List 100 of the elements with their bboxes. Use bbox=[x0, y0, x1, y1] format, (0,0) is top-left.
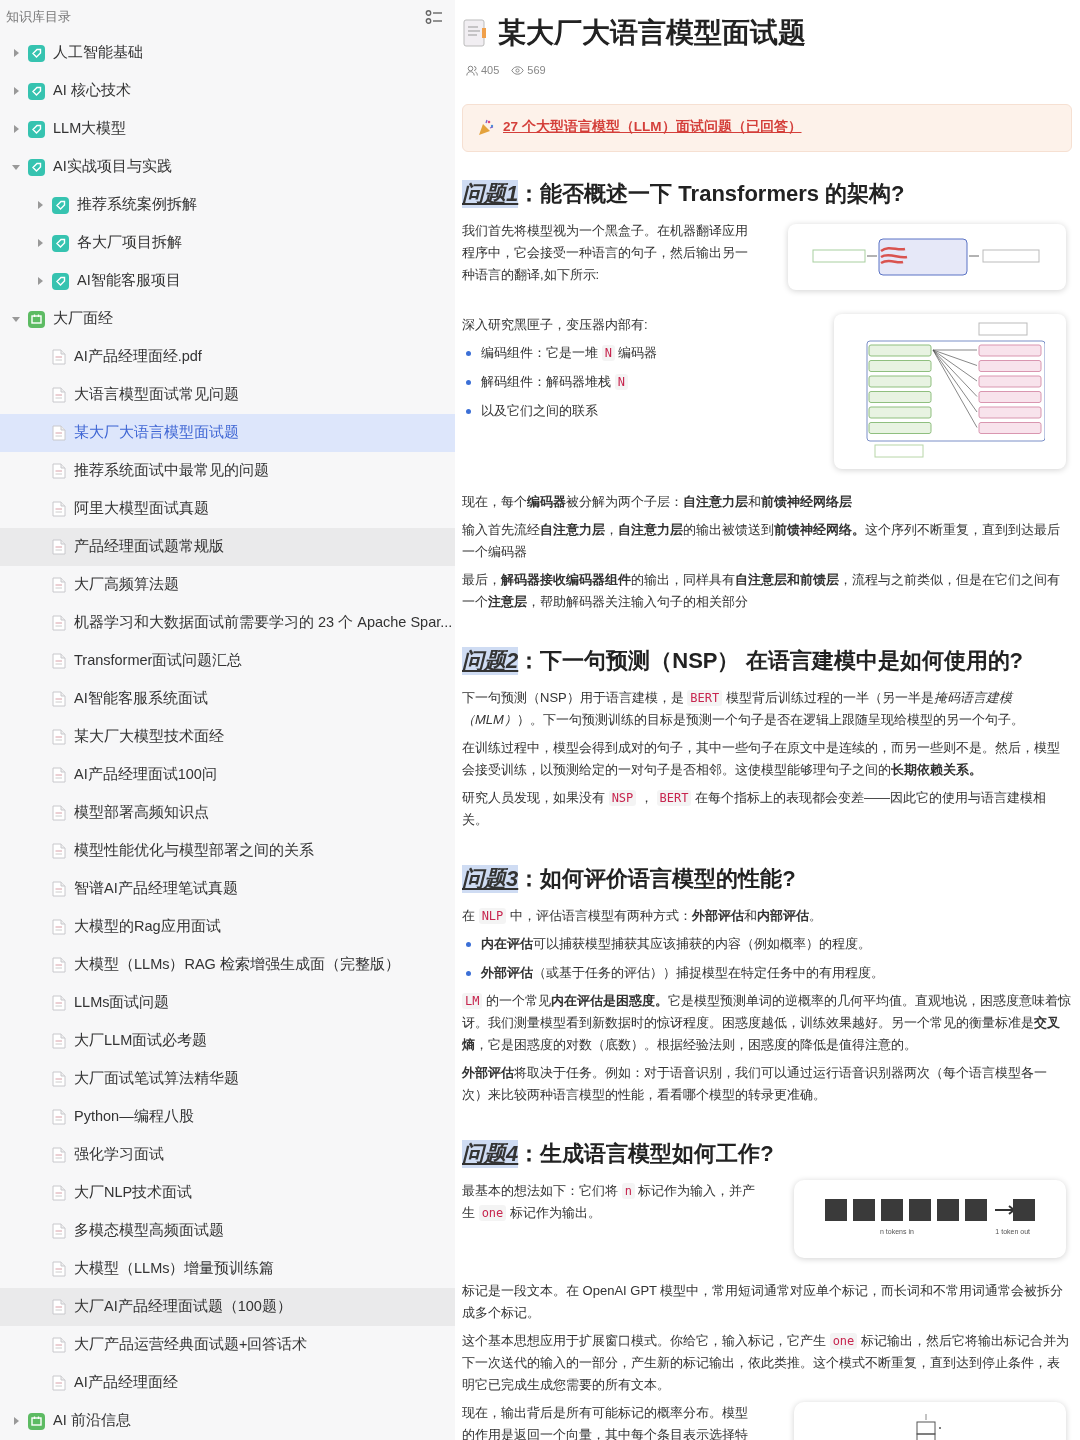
bullet-icon bbox=[466, 350, 471, 356]
caret-icon[interactable] bbox=[36, 239, 44, 247]
page-title: 某大厂大语言模型面试题 bbox=[498, 16, 806, 50]
bullet-icon bbox=[466, 379, 471, 385]
document-icon bbox=[52, 919, 66, 935]
tree-item[interactable]: 大厂AI产品经理面试题（100题） bbox=[0, 1288, 455, 1326]
document-icon bbox=[52, 1223, 66, 1239]
caret-icon[interactable] bbox=[12, 315, 20, 323]
paragraph: 外部评估将取决于任务。例如：对于语音识别，我们可以通过运行语音识别器两次（每个语言模型各一次）来比较两种语言模型的性能，看看哪个模型的转录更准确。 bbox=[462, 1063, 1048, 1104]
caret-icon[interactable] bbox=[12, 87, 20, 95]
tree-item[interactable]: AI智能客服项目 bbox=[0, 262, 455, 300]
list-item: 外部评估（或基于任务的评估））捕捉模型在特定任务中的有用程度。 bbox=[481, 963, 884, 982]
tree-item[interactable]: 推荐系统面试中最常见的问题 bbox=[0, 452, 455, 490]
callout-link[interactable]: 27 个大型语言模型（LLM）面试问题（已回答） bbox=[503, 117, 802, 138]
caret-icon[interactable] bbox=[12, 49, 20, 57]
tree-item[interactable]: 大模型（LLMs）增量预训练篇 bbox=[0, 1250, 455, 1288]
list-item: 编码组件：它是一堆 N 编码器 bbox=[481, 343, 658, 363]
board-icon bbox=[28, 1412, 45, 1430]
tree-item[interactable]: 大厂产品运营经典面试题+回答话术 bbox=[0, 1326, 455, 1364]
tree-item[interactable]: 大模型的Rag应用面试 bbox=[0, 908, 455, 946]
tree-item[interactable]: AI产品经理面试100问 bbox=[0, 756, 455, 794]
section-heading: ：下一句预测（NSP） 在语言建模中是如何使用的? bbox=[518, 646, 1024, 675]
document-icon bbox=[52, 349, 66, 365]
list-item: 内在评估可以捕获模型捕获其应该捕获的内容（例如概率）的程度。 bbox=[481, 934, 871, 953]
document-icon bbox=[52, 387, 66, 403]
document-icon bbox=[52, 767, 66, 783]
tree-item[interactable]: 推荐系统案例拆解 bbox=[0, 186, 455, 224]
tree-item[interactable]: AI 核心技术 bbox=[0, 72, 455, 110]
paragraph: 深入研究黑匣子，变压器内部有: bbox=[462, 315, 649, 334]
tree-item[interactable]: 多模态模型高频面试题 bbox=[0, 1212, 455, 1250]
section-heading: ：生成语言模型如何工作? bbox=[518, 1139, 774, 1168]
tree-item[interactable]: 模型性能优化与模型部署之间的关系 bbox=[0, 832, 455, 870]
tag-icon bbox=[28, 44, 45, 62]
paragraph: 现在，输出背后是所有可能标记的概率分布。模型的作用是返回一个向量，其中每个条目表示选择特 bbox=[462, 1403, 749, 1440]
caret-icon[interactable] bbox=[12, 125, 20, 133]
tag-icon bbox=[52, 272, 69, 290]
tree-item[interactable]: 大厂NLP技术面试 bbox=[0, 1174, 455, 1212]
document-icon bbox=[52, 539, 66, 555]
document-icon bbox=[52, 1071, 66, 1087]
caret-icon[interactable] bbox=[12, 1417, 20, 1425]
paragraph: 标记是一段文本。在 OpenAI GPT 模型中，常用短词通常对应单个标记，而长词和不常用词通常会被拆分成多个标记。 bbox=[462, 1281, 1065, 1322]
document-icon bbox=[52, 805, 66, 821]
document-icon bbox=[52, 1033, 66, 1049]
tag-icon bbox=[52, 234, 69, 252]
paragraph: 输入首先流经自注意力层，自注意力层的输出被馈送到前馈神经网络。这个序列不断重复，直到到达最后一个编码器 bbox=[462, 520, 1061, 561]
tree-item[interactable]: AI产品经理面经.pdf bbox=[0, 338, 455, 376]
eye-icon bbox=[511, 65, 525, 75]
tree-item[interactable]: LLMs面试问题 bbox=[0, 984, 455, 1022]
paragraph: 在训练过程中，模型会得到成对的句子，其中一些句子在原文中是连续的，而另一些则不是。然后，模型会接受训练，以预测给定的一对句子是否相邻。这使模型能够理句子之间的长期依赖关系。 bbox=[462, 738, 1061, 779]
tree-item[interactable]: 产品经理面试题常规版 bbox=[0, 528, 455, 566]
board-icon bbox=[28, 310, 45, 328]
tree-item[interactable]: AI 前沿信息 bbox=[0, 1402, 455, 1440]
tree-item[interactable]: 强化学习面试 bbox=[0, 1136, 455, 1174]
document-icon bbox=[52, 463, 66, 479]
caret-icon[interactable] bbox=[36, 201, 44, 209]
tree-item[interactable]: 大语言模型面试常见问题 bbox=[0, 376, 455, 414]
tree-item[interactable]: 大厂面试笔试算法精华题 bbox=[0, 1060, 455, 1098]
section-heading: ：能否概述一下 Transformers 的架构? bbox=[518, 179, 905, 208]
tree-item[interactable]: 各大厂项目拆解 bbox=[0, 224, 455, 262]
tree-item[interactable]: AI实战项目与实践 bbox=[0, 148, 455, 186]
tree-item[interactable]: 大模型（LLMs）RAG 检索增强生成面（完整版） bbox=[0, 946, 455, 984]
document-icon bbox=[52, 729, 66, 745]
tree-item[interactable]: AI智能客服系统面试 bbox=[0, 680, 455, 718]
document-icon bbox=[52, 653, 66, 669]
question-label: 问题1 bbox=[462, 179, 519, 208]
document-icon bbox=[52, 843, 66, 859]
tree-item[interactable]: 大厂高频算法题 bbox=[0, 566, 455, 604]
document-icon bbox=[52, 577, 66, 593]
tree-item[interactable]: 机器学习和大数据面试前需要学习的 23 个 Apache Spar... bbox=[0, 604, 455, 642]
paragraph: 下一句预测（NSP）用于语言建模，是 BERT 模型背后训练过程的一半（另一半是掩码语言建模（MLM））。下一句预测训练的目标是预测一个句子是否在逻辑上跟随呈现给模型的另一个句子。 bbox=[462, 688, 1025, 729]
tree-item[interactable]: 阿里大模型面试真题 bbox=[0, 490, 455, 528]
paragraph: 最后，解码器接收编码器组件的输出，同样具有自注意层和前馈层，流程与之前类似，但是在它们之间有一个注意层，帮助解码器关注输入句子的相关部分 bbox=[462, 570, 1061, 611]
tree-item[interactable]: 大厂LLM面试必考题 bbox=[0, 1022, 455, 1060]
tree-item[interactable]: 某大厂大模型技术面经 bbox=[0, 718, 455, 756]
paragraph: 研究人员发现，如果没有 NSP ， BERT 在每个指标上的表现都会变差——因此它的使用与语言建模相关。 bbox=[462, 788, 1048, 829]
paragraph: 在 NLP 中，评估语言模型有两种方式：外部评估和内部评估。 bbox=[462, 906, 823, 926]
tree-item[interactable]: 人工智能基础 bbox=[0, 34, 455, 72]
question-label: 问题3 bbox=[462, 864, 519, 893]
tree-item[interactable]: 模型部署高频知识点 bbox=[0, 794, 455, 832]
list-item: 解码组件：解码器堆栈 N bbox=[481, 370, 628, 393]
document-icon bbox=[52, 1109, 66, 1125]
tree-item[interactable]: LLM大模型 bbox=[0, 110, 455, 148]
tree-item[interactable]: 智谱AI产品经理笔试真题 bbox=[0, 870, 455, 908]
document-icon bbox=[52, 501, 66, 517]
outline-icon[interactable] bbox=[425, 9, 443, 25]
people-icon bbox=[466, 64, 478, 76]
tree-item[interactable]: 大厂面经 bbox=[0, 300, 455, 338]
document-icon bbox=[52, 1299, 66, 1315]
bullet-icon bbox=[466, 941, 471, 947]
caret-icon[interactable] bbox=[12, 163, 20, 171]
tree-item[interactable]: 某大厂大语言模型面试题 bbox=[0, 414, 455, 452]
tree-item[interactable]: Python—编程八股 bbox=[0, 1098, 455, 1136]
document-icon bbox=[52, 1261, 66, 1277]
paragraph: LM 的一个常见内在评估是困惑度。它是模型预测单词的逆概率的几何平均值。直观地说，困惑度意味着惊讶。我们测量模型看到新数据时的惊讶程度。困惑度越低，训练效果越好。另一个常见的衡量标准是交叉熵，它是困惑度的对数（底数）。根据经验法则，困惑度的降低是值得注意的。 bbox=[462, 991, 1072, 1054]
tree-item[interactable]: AI产品经理面经 bbox=[0, 1364, 455, 1402]
document-icon bbox=[52, 1147, 66, 1163]
document-icon bbox=[52, 691, 66, 707]
tree-item[interactable]: Transformer面试问题汇总 bbox=[0, 642, 455, 680]
caret-icon[interactable] bbox=[36, 277, 44, 285]
sidebar-title: 知识库目录 bbox=[6, 8, 71, 27]
